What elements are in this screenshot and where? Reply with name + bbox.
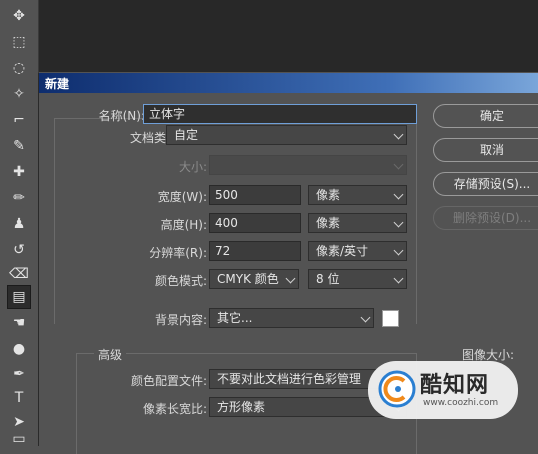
size-label: 大小: — [178, 160, 207, 174]
ok-button[interactable]: 确定 — [433, 104, 538, 128]
height-unit-value: 像素 — [316, 216, 341, 230]
watermark-logo-icon — [378, 370, 416, 408]
chevron-down-icon — [393, 245, 404, 256]
height-label: 高度(H): — [160, 218, 207, 232]
color-mode-label: 颜色模式: — [154, 274, 207, 288]
background-select[interactable]: 其它... — [209, 308, 374, 328]
watermark-url: www.coozhi.com — [423, 398, 499, 408]
background-value: 其它... — [217, 311, 253, 325]
brush-tool-icon[interactable]: ✏ — [7, 186, 31, 210]
path-selection-tool-icon[interactable]: ➤ — [7, 410, 31, 434]
eyedropper-tool-icon[interactable]: ✎ — [7, 134, 31, 158]
height-input[interactable]: 400 — [209, 213, 301, 233]
stamp-tool-icon[interactable]: ♟ — [7, 212, 31, 236]
background-label: 背景内容: — [154, 313, 207, 327]
tools-panel: ✥ ⬚ ◌ ✧ ⌐ ✎ ✚ ✏ ♟ ↺ ⌫ ▤ ☚ ● ✒ T ➤ ▭ — [0, 0, 39, 446]
color-profile-value: 不要对此文档进行色彩管理 — [217, 372, 362, 386]
color-profile-label: 颜色配置文件: — [130, 374, 207, 388]
save-preset-button[interactable]: 存储预设(S)... — [433, 172, 538, 196]
type-tool-icon[interactable]: T — [7, 386, 31, 410]
bit-depth-value: 8 位 — [316, 272, 340, 286]
resolution-input[interactable]: 72 — [209, 241, 301, 261]
dialog-titlebar[interactable]: 新建 — [39, 73, 538, 93]
resolution-unit-select[interactable]: 像素/英寸 — [308, 241, 407, 261]
watermark-badge: 酷知网 www.coozhi.com — [368, 361, 518, 419]
doc-type-select[interactable]: 自定 — [166, 125, 407, 145]
width-unit-value: 像素 — [316, 188, 341, 202]
resolution-label: 分辨率(R): — [149, 246, 207, 260]
name-input[interactable]: 立体字 — [143, 104, 417, 124]
magic-wand-tool-icon[interactable]: ✧ — [7, 82, 31, 106]
resolution-unit-value: 像素/英寸 — [316, 244, 369, 258]
background-color-swatch[interactable] — [382, 310, 399, 327]
name-label: 名称(N): — [98, 109, 145, 123]
healing-brush-tool-icon[interactable]: ✚ — [7, 160, 31, 184]
width-unit-select[interactable]: 像素 — [308, 185, 407, 205]
lasso-tool-icon[interactable]: ◌ — [7, 56, 31, 80]
chevron-down-icon — [285, 273, 296, 284]
height-unit-select[interactable]: 像素 — [308, 213, 407, 233]
pixel-aspect-value: 方形像素 — [217, 400, 266, 414]
width-label: 宽度(W): — [157, 190, 207, 204]
color-mode-value: CMYK 颜色 — [217, 272, 279, 286]
eraser-tool-icon[interactable]: ⌫ — [7, 262, 31, 286]
gradient-tool-icon[interactable]: ▤ — [7, 285, 31, 309]
pen-tool-icon[interactable]: ✒ — [7, 362, 31, 386]
chevron-down-icon — [393, 217, 404, 228]
watermark-text: 酷知网 — [420, 373, 490, 398]
chevron-down-icon — [393, 129, 404, 140]
crop-tool-icon[interactable]: ⌐ — [7, 108, 31, 132]
size-select — [209, 155, 407, 175]
bit-depth-select[interactable]: 8 位 — [308, 269, 407, 289]
move-tool-icon[interactable]: ✥ — [7, 4, 31, 28]
cancel-button[interactable]: 取消 — [433, 138, 538, 162]
smudge-tool-icon[interactable]: ☚ — [7, 311, 31, 335]
rectangle-tool-icon[interactable]: ▭ — [7, 432, 31, 446]
canvas-area — [39, 0, 538, 72]
marquee-tool-icon[interactable]: ⬚ — [7, 30, 31, 54]
width-input[interactable]: 500 — [209, 185, 301, 205]
advanced-title: 高级 — [94, 346, 127, 363]
dodge-tool-icon[interactable]: ● — [7, 337, 31, 361]
doc-type-value: 自定 — [174, 128, 199, 142]
dialog-title: 新建 — [45, 77, 70, 91]
chevron-down-icon — [393, 189, 404, 200]
color-mode-select[interactable]: CMYK 颜色 — [209, 269, 299, 289]
history-brush-tool-icon[interactable]: ↺ — [7, 238, 31, 262]
pixel-aspect-label: 像素长宽比: — [142, 402, 207, 416]
chevron-down-icon — [393, 273, 404, 284]
chevron-down-icon — [393, 159, 404, 170]
delete-preset-button: 删除预设(D)... — [433, 206, 538, 230]
chevron-down-icon — [360, 312, 371, 323]
